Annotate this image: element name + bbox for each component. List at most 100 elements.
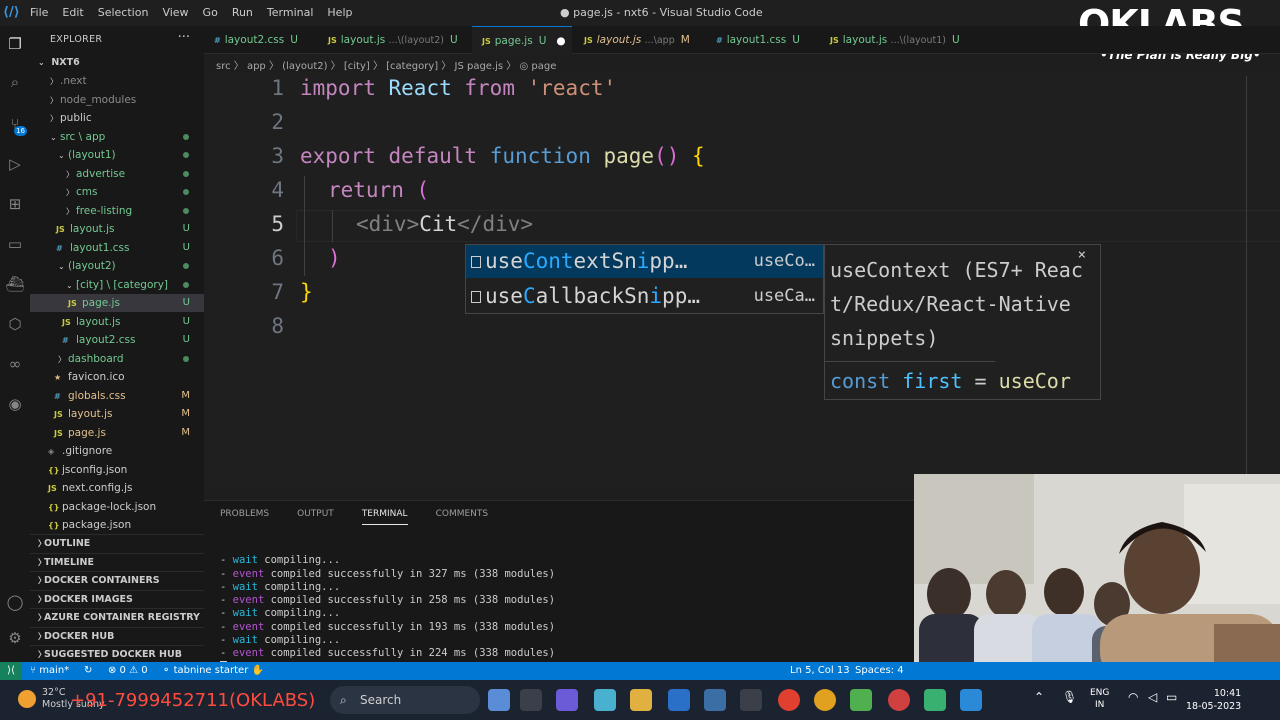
- more-actions-icon[interactable]: ···: [178, 30, 190, 45]
- panel-tab-problems[interactable]: PROBLEMS: [220, 509, 269, 525]
- menu-go[interactable]: Go: [203, 6, 218, 19]
- task-view-icon[interactable]: [520, 689, 542, 711]
- editor-scrollbar[interactable]: [1246, 76, 1247, 490]
- tree-item-jsconfig[interactable]: {} jsconfig.json: [30, 461, 204, 479]
- tab-layout-js-layout1[interactable]: JS layout.js ...\(layout1) U: [820, 26, 970, 54]
- section-timeline[interactable]: 〉TIMELINE: [30, 552, 204, 571]
- chrome-icon[interactable]: [814, 689, 836, 711]
- menu-view[interactable]: View: [162, 6, 188, 19]
- search-icon[interactable]: ⌕: [5, 72, 25, 92]
- problems-count[interactable]: ⊗ 0 ⚠ 0: [108, 662, 148, 680]
- section-suggested-docker-images[interactable]: 〉SUGGESTED DOCKER HUB IMAGES: [30, 645, 204, 678]
- tree-item-src-app[interactable]: ⌄ src \ app: [30, 128, 204, 146]
- language-indicator[interactable]: ENG IN: [1090, 687, 1109, 711]
- microphone-icon[interactable]: 🎙: [1062, 690, 1077, 704]
- workspace-root[interactable]: ⌄ NXT6: [30, 54, 204, 72]
- tab-layout-js-app[interactable]: JS layout.js ...\app M: [574, 26, 704, 54]
- source-control-icon[interactable]: ⑂ 16: [5, 114, 27, 136]
- unsaved-dot-icon[interactable]: ●: [556, 35, 565, 47]
- tree-item-node-modules[interactable]: 〉 node_modules: [30, 91, 204, 109]
- chrome-alt-icon[interactable]: [888, 689, 910, 711]
- menu-selection[interactable]: Selection: [98, 6, 149, 19]
- tree-item-advertise[interactable]: 〉 advertise: [30, 165, 204, 183]
- menu-terminal[interactable]: Terminal: [267, 6, 314, 19]
- tree-item-layout2-js[interactable]: JS layout.js U: [30, 313, 204, 331]
- panel-tab-output[interactable]: OUTPUT: [297, 509, 334, 525]
- tab-page-js-active[interactable]: JS page.js U ●: [472, 26, 572, 54]
- copilot-icon[interactable]: [488, 689, 510, 711]
- battery-icon[interactable]: ▭: [1166, 690, 1177, 704]
- menu-help[interactable]: Help: [327, 6, 352, 19]
- weather-sun-icon[interactable]: [18, 690, 36, 708]
- remote-explorer-icon[interactable]: ▭: [5, 234, 25, 254]
- cursor-position[interactable]: Ln 5, Col 13: [790, 662, 850, 680]
- tab-layout1-css[interactable]: # layout1.css U: [706, 26, 816, 54]
- system-clock[interactable]: 10:41 18-05-2023: [1186, 687, 1241, 713]
- tree-item-favicon[interactable]: ★ favicon.ico: [30, 368, 204, 386]
- tree-item-cms[interactable]: 〉 cms: [30, 183, 204, 201]
- sync-icon[interactable]: ↻: [84, 662, 92, 680]
- suggestion-usecontext[interactable]: useContextSnipp… useCo…: [466, 245, 823, 278]
- remote-indicator-icon[interactable]: ⟩⟨: [0, 662, 22, 680]
- menu-file[interactable]: File: [30, 6, 48, 19]
- menu-edit[interactable]: Edit: [62, 6, 83, 19]
- file-explorer-icon[interactable]: [630, 689, 652, 711]
- wifi-icon[interactable]: ◠: [1128, 690, 1138, 704]
- tree-item-public[interactable]: 〉 public: [30, 109, 204, 127]
- tree-item-layout1-folder[interactable]: ⌄ (layout1): [30, 146, 204, 164]
- mail-icon[interactable]: [668, 689, 690, 711]
- feather-icon[interactable]: [740, 689, 762, 711]
- section-docker-images[interactable]: 〉DOCKER IMAGES: [30, 589, 204, 608]
- tree-item-app-page-js[interactable]: JS page.js M: [30, 424, 204, 442]
- tree-item-gitignore[interactable]: ◈ .gitignore: [30, 442, 204, 460]
- tree-item-next-config[interactable]: JS next.config.js: [30, 479, 204, 497]
- tree-item-city-category[interactable]: ⌄ [city] \ [category]: [30, 276, 204, 294]
- explorer-files-icon[interactable]: ❐: [5, 34, 25, 54]
- calculator-icon[interactable]: [924, 689, 946, 711]
- section-azure-registry[interactable]: 〉AZURE CONTAINER REGISTRY: [30, 608, 204, 626]
- teams-icon[interactable]: [556, 689, 578, 711]
- gitlens-icon[interactable]: ◉: [5, 394, 25, 414]
- tree-item-layout1-js[interactable]: JS layout.js U: [30, 220, 204, 238]
- tree-item-free-listing[interactable]: 〉 free-listing: [30, 202, 204, 220]
- utorrent-icon[interactable]: [850, 689, 872, 711]
- python-icon[interactable]: ∞: [5, 354, 25, 374]
- record-icon[interactable]: [778, 689, 800, 711]
- tree-item-layout1-css[interactable]: # layout1.css U: [30, 239, 204, 257]
- run-debug-icon[interactable]: ▷: [5, 154, 25, 174]
- tree-item-dashboard[interactable]: 〉 dashboard: [30, 350, 204, 368]
- section-outline[interactable]: 〉OUTLINE: [30, 534, 204, 552]
- snipping-tool-icon[interactable]: [594, 689, 616, 711]
- tree-item-app-layout-js[interactable]: JS layout.js M: [30, 405, 204, 423]
- tree-item-next[interactable]: 〉 .next: [30, 72, 204, 90]
- tree-item-layout2-folder[interactable]: ⌄ (layout2): [30, 257, 204, 275]
- tab-layout-js-layout2[interactable]: JS layout.js ...\(layout2) U: [318, 26, 468, 54]
- settings-gear-icon[interactable]: ⚙: [5, 628, 25, 648]
- postgres-icon[interactable]: [704, 689, 726, 711]
- tab-layout2-css[interactable]: # layout2.css U: [204, 26, 314, 54]
- suggestion-usecallback[interactable]: useCallbackSnipp… useCa…: [466, 280, 823, 313]
- panel-tab-comments[interactable]: COMMENTS: [436, 509, 489, 525]
- tray-chevron-icon[interactable]: ⌃: [1034, 690, 1044, 704]
- tree-item-package-lock[interactable]: {} package-lock.json: [30, 498, 204, 516]
- tree-item-page-js-active[interactable]: JS page.js U: [30, 294, 204, 312]
- menu-run[interactable]: Run: [232, 6, 253, 19]
- section-docker-hub[interactable]: 〉DOCKER HUB: [30, 626, 204, 645]
- vscode-taskbar-icon[interactable]: [960, 689, 982, 711]
- extensions-icon[interactable]: ⊞: [5, 194, 25, 214]
- vscode-logo-icon[interactable]: ⟨/⟩: [3, 5, 20, 21]
- git-branch[interactable]: ⑂ main*: [30, 662, 69, 680]
- tree-item-package-json[interactable]: {} package.json: [30, 516, 204, 534]
- docker-icon[interactable]: ⛴: [5, 274, 25, 294]
- tree-item-globals-css[interactable]: # globals.css M: [30, 387, 204, 405]
- tree-item-layout2-css[interactable]: # layout2.css U: [30, 331, 204, 349]
- account-icon[interactable]: ◯: [5, 592, 25, 612]
- section-docker-containers[interactable]: 〉DOCKER CONTAINERS: [30, 571, 204, 589]
- breadcrumb[interactable]: src 〉 app 〉 (layout2) 〉 [city] 〉 [catego…: [216, 57, 556, 72]
- indentation[interactable]: Spaces: 4: [855, 662, 904, 680]
- cube-icon[interactable]: ⬡: [5, 314, 25, 334]
- panel-tab-terminal[interactable]: TERMINAL: [361, 509, 408, 525]
- volume-icon[interactable]: ◁: [1148, 690, 1157, 704]
- taskbar-search[interactable]: ⌕ Search: [330, 686, 480, 714]
- tabnine-status[interactable]: ⚬ tabnine starter ✋: [162, 662, 264, 680]
